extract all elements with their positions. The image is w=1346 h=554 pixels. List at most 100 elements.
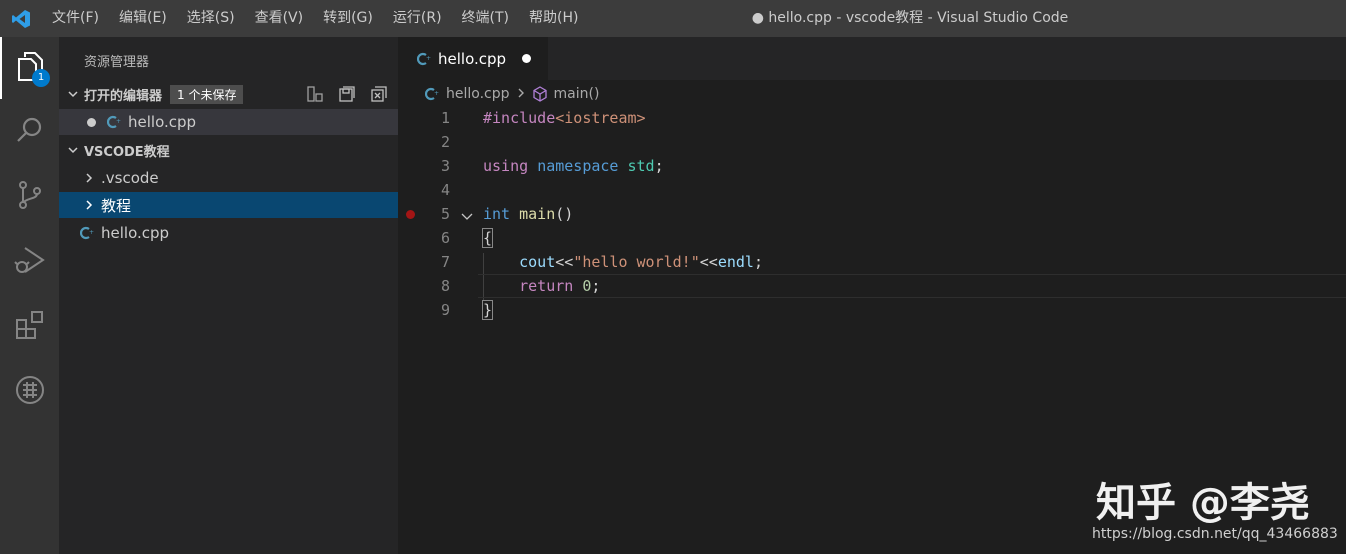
open-editors-actions [306, 85, 388, 107]
sidebar-title: 资源管理器 [84, 55, 150, 70]
tree-item-label: 教程 [101, 196, 132, 215]
chevron-right-icon [81, 197, 97, 213]
code-line[interactable]: 2 [398, 130, 1346, 154]
tab-hello-cpp[interactable]: + hello.cpp [398, 37, 548, 80]
code-token: <iostream> [555, 109, 646, 127]
line-number: 7 [440, 253, 450, 271]
breadcrumb-symbol[interactable]: main() [554, 86, 600, 102]
tree-item-hello-cpp[interactable]: + hello.cpp [59, 220, 398, 246]
watermark-text: 知乎 @李尧 [1096, 480, 1310, 526]
tab-dirty-dot-icon[interactable] [522, 54, 531, 63]
tree-item-label: hello.cpp [101, 224, 170, 242]
code-line[interactable]: 1 #include<iostream> [398, 106, 1346, 130]
code-line[interactable]: 9} [398, 298, 1346, 322]
menu-selection[interactable]: 选择(S) [177, 0, 245, 37]
code-token: ; [753, 253, 763, 271]
activity-bar: 1 [0, 37, 59, 554]
tree-item-label: .vscode [101, 169, 159, 187]
title-bar: 文件(F) 编辑(E) 选择(S) 查看(V) 转到(G) 运行(R) 终端(T… [0, 0, 1346, 37]
explorer-sidebar: 资源管理器 打开的编辑器 1 个未保存 + hello.cpp VSCODE教程… [59, 37, 398, 554]
extension-custom-icon [14, 374, 46, 410]
code-text: cout<<"hello world!"<<endl; [483, 250, 763, 274]
chevron-down-icon [65, 142, 81, 158]
code-text: { [481, 226, 494, 250]
activity-source-control[interactable] [0, 166, 59, 228]
open-editors-section-header[interactable]: 打开的编辑器 1 个未保存 [59, 81, 398, 107]
line-number: 9 [440, 301, 450, 319]
activity-explorer[interactable]: 1 [0, 37, 59, 99]
tree-item-tutorial-folder[interactable]: 教程 [59, 192, 398, 218]
explorer-badge: 1 [32, 69, 50, 87]
code-text: return 0; [483, 274, 600, 298]
save-all-icon[interactable] [338, 85, 356, 107]
line-number: 6 [440, 229, 450, 247]
menu-run[interactable]: 运行(R) [383, 0, 452, 37]
menu-bar: 文件(F) 编辑(E) 选择(S) 查看(V) 转到(G) 运行(R) 终端(T… [42, 0, 588, 37]
code-token: #include [483, 109, 556, 127]
activity-extensions[interactable] [0, 296, 59, 358]
symbol-method-icon [532, 86, 548, 102]
activity-search[interactable] [0, 101, 59, 163]
line-number: 5 [440, 205, 450, 223]
svg-text:+: + [434, 90, 439, 97]
open-editors-label: 打开的编辑器 [84, 88, 163, 104]
breakpoint-icon[interactable] [406, 210, 415, 219]
cpp-file-icon: + [106, 114, 122, 130]
workspace-label: VSCODE教程 [84, 144, 170, 160]
vscode-logo-icon [0, 0, 42, 37]
activity-custom-extension[interactable] [0, 361, 59, 423]
svg-text:+: + [89, 229, 94, 236]
cpp-file-icon: + [416, 51, 432, 67]
code-line[interactable]: 6{ [398, 226, 1346, 250]
chevron-right-icon [81, 170, 97, 186]
source-control-icon [15, 179, 45, 215]
code-text: #include<iostream> [483, 106, 646, 130]
code-token: << [699, 253, 718, 271]
toggle-vertical-layout-icon[interactable] [306, 85, 324, 107]
menu-go[interactable]: 转到(G) [313, 0, 383, 37]
tree-item-vscode-folder[interactable]: .vscode [59, 165, 398, 191]
menu-terminal[interactable]: 终端(T) [452, 0, 519, 37]
breadcrumb-file[interactable]: hello.cpp [446, 86, 510, 102]
menu-view[interactable]: 查看(V) [245, 0, 314, 37]
chevron-down-icon [65, 86, 81, 102]
code-token: namespace [537, 157, 619, 175]
code-line[interactable]: 3 using namespace std; [398, 154, 1346, 178]
breadcrumb: + hello.cpp main() [398, 80, 1346, 108]
close-all-icon[interactable] [370, 85, 388, 107]
code-token: { [481, 228, 494, 248]
editor-tabs: + hello.cpp [398, 37, 1346, 80]
tab-label: hello.cpp [438, 49, 507, 68]
open-editor-item-hello-cpp[interactable]: + hello.cpp [59, 109, 398, 135]
svg-text:+: + [426, 55, 431, 62]
dirty-dot-icon [87, 117, 96, 127]
code-token: using [483, 157, 529, 175]
code-token: int [483, 205, 511, 223]
activity-run-debug[interactable] [0, 231, 59, 293]
code-token: ; [654, 157, 664, 175]
code-line[interactable]: 7 cout<<"hello world!"<<endl; [398, 250, 1346, 274]
line-number: 8 [440, 277, 450, 295]
search-icon [15, 115, 45, 149]
chevron-right-icon [516, 86, 526, 102]
code-line[interactable]: 5 int main() [398, 202, 1346, 226]
svg-text:+: + [116, 118, 121, 125]
line-number: 4 [440, 181, 450, 199]
menu-file[interactable]: 文件(F) [42, 0, 109, 37]
code-line[interactable]: 8 return 0; [398, 274, 1346, 298]
code-token: ; [591, 277, 601, 295]
window-title: ● hello.cpp - vscode教程 - Visual Studio C… [751, 10, 1069, 26]
line-number: 1 [440, 109, 450, 127]
extensions-icon [15, 310, 45, 344]
code-text: using namespace std; [483, 154, 664, 178]
menu-help[interactable]: 帮助(H) [519, 0, 588, 37]
code-line[interactable]: 4 [398, 178, 1346, 202]
code-token: cout [519, 253, 556, 271]
code-token: return [519, 277, 574, 295]
workspace-section-header[interactable]: VSCODE教程 [59, 137, 398, 163]
menu-edit[interactable]: 编辑(E) [109, 0, 177, 37]
